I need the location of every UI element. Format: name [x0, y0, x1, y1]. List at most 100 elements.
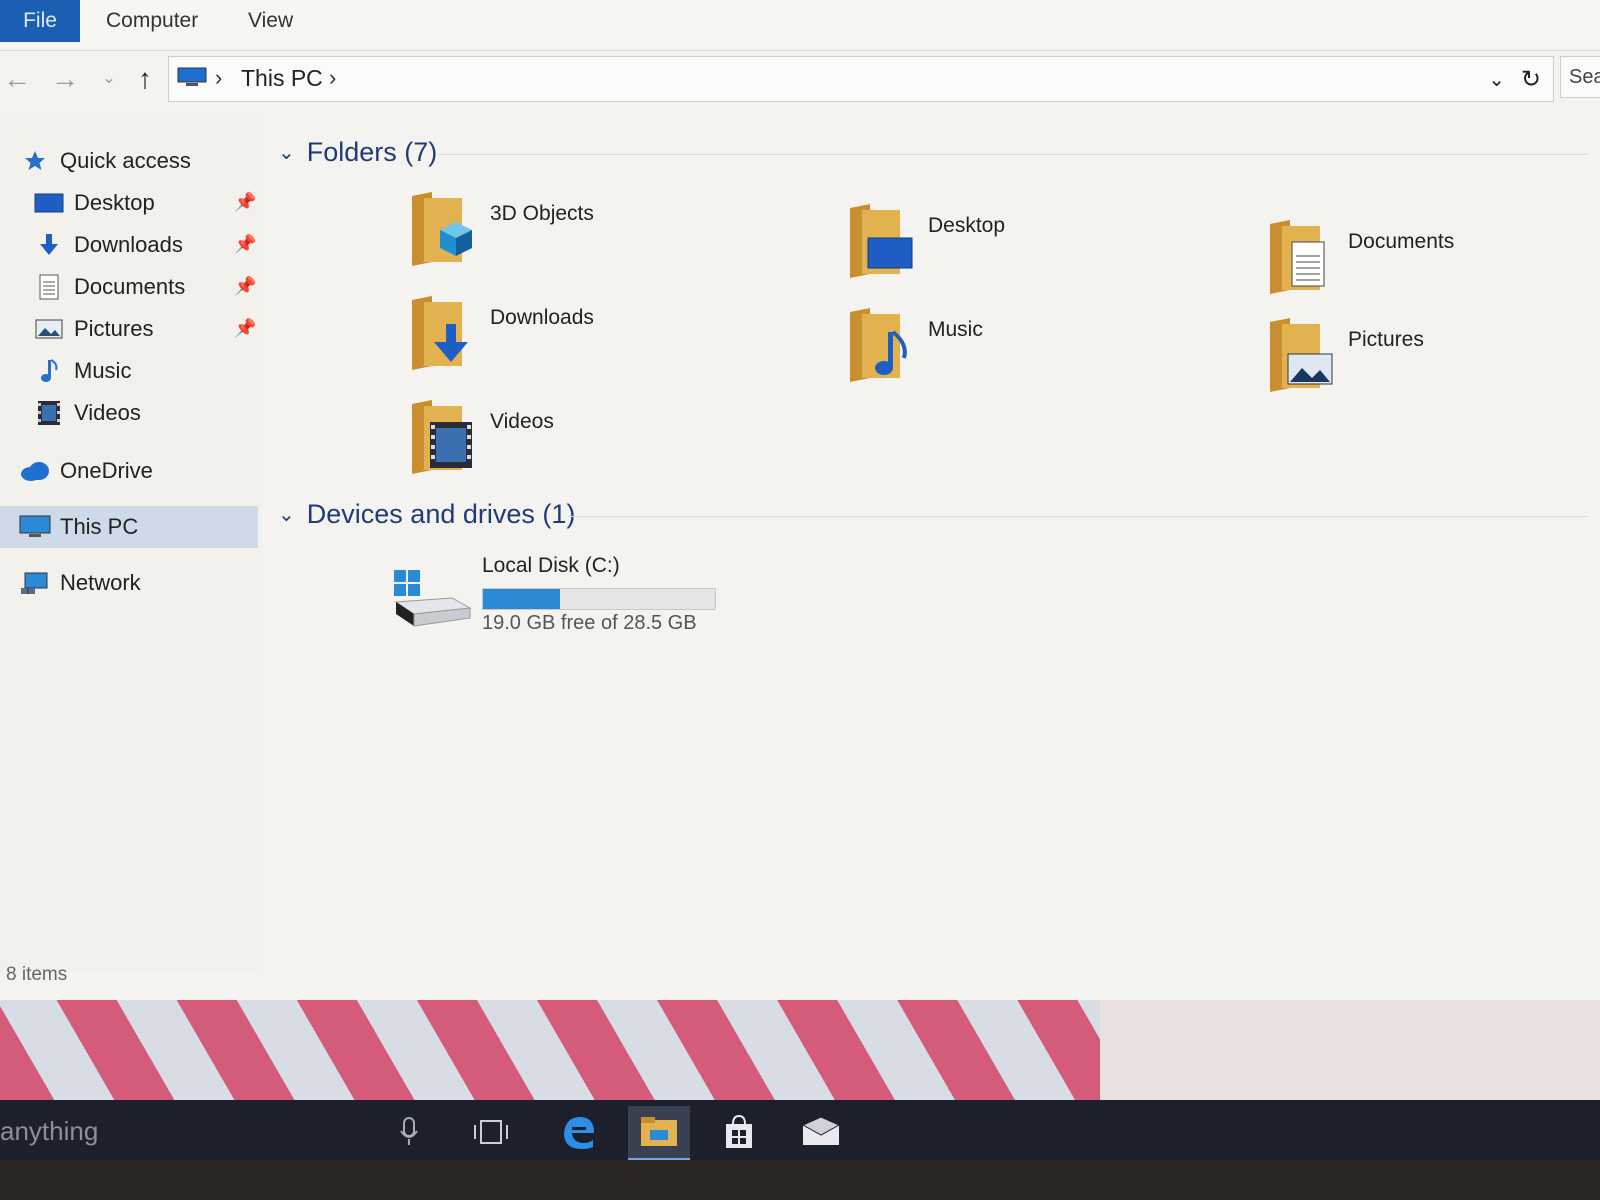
chevron-down-icon: ⌄	[278, 141, 295, 164]
pin-icon[interactable]: 📌	[234, 318, 256, 339]
folder-videos[interactable]: Videos	[410, 400, 740, 490]
music-icon	[850, 308, 907, 382]
wallpaper-fade	[1100, 1000, 1600, 1110]
sidebar-item-pictures[interactable]: Pictures 📌	[0, 308, 262, 350]
folder-3d-objects[interactable]: 3D Objects	[410, 192, 740, 282]
sidebar-item-label: Music	[74, 358, 132, 383]
star-icon	[18, 148, 52, 174]
drive-usage-fill	[483, 589, 560, 609]
drives-header-label: Devices and drives (1)	[306, 498, 576, 529]
folder-documents[interactable]: Documents	[1268, 220, 1598, 310]
music-icon	[32, 358, 66, 384]
drive-usage-bar	[482, 588, 716, 610]
download-icon	[32, 232, 66, 258]
microphone-icon[interactable]	[378, 1106, 440, 1158]
sidebar-item-label: Desktop	[74, 190, 155, 215]
sidebar-item-label: This PC	[60, 514, 139, 539]
network-icon	[18, 570, 52, 596]
drive-local-disk-c[interactable]: Local Disk (C:) 19.0 GB free of 28.5 GB	[392, 554, 752, 644]
folders-group-header[interactable]: ⌄ Folders (7)	[278, 132, 437, 172]
sidebar-item-label: Downloads	[74, 232, 183, 257]
tab-view[interactable]: View	[226, 0, 315, 42]
folders-header-label: Folders (7)	[306, 136, 438, 167]
sidebar-item-label: Quick access	[60, 148, 191, 173]
sidebar-item-onedrive[interactable]: OneDrive	[0, 450, 262, 492]
folder-music[interactable]: Music	[848, 308, 1178, 398]
desktop-icon	[850, 204, 913, 278]
taskbar-search-input[interactable]: anything	[0, 1116, 98, 1147]
video-icon	[412, 400, 472, 474]
folder-name: 3D Objects	[490, 202, 594, 225]
folder-downloads[interactable]: Downloads	[410, 296, 740, 386]
sidebar-item-desktop[interactable]: Desktop 📌	[0, 182, 262, 224]
sidebar-item-videos[interactable]: Videos	[0, 392, 262, 434]
download-icon	[412, 296, 468, 370]
computer-icon	[177, 67, 207, 86]
folder-name: Documents	[1348, 230, 1455, 253]
folder-name: Pictures	[1348, 328, 1424, 351]
sidebar-item-label: OneDrive	[60, 458, 153, 483]
search-input[interactable]: Sea	[1560, 56, 1600, 98]
mail-icon[interactable]	[790, 1106, 852, 1158]
sidebar-item-label: Documents	[74, 274, 186, 299]
pin-icon[interactable]: 📌	[234, 276, 256, 297]
arrow-left-icon[interactable]: ←	[2, 62, 32, 96]
drive-free-space: 19.0 GB free of 28.5 GB	[482, 612, 697, 634]
breadcrumb-this-pc[interactable]: This PC	[241, 65, 323, 92]
folder-name: Music	[928, 318, 983, 341]
address-dropdown-icon[interactable]: ⌄	[1488, 67, 1505, 92]
status-bar: 8 items	[6, 964, 68, 985]
computer-icon	[18, 514, 52, 540]
folder-name: Videos	[490, 410, 554, 433]
breadcrumb-separator: ›	[215, 65, 223, 90]
pin-icon[interactable]: 📌	[234, 234, 256, 255]
desktop-icon	[32, 190, 66, 216]
ribbon: File Computer View	[0, 0, 1600, 51]
folder-pictures[interactable]: Pictures	[1268, 318, 1598, 408]
pictures-icon	[32, 316, 66, 342]
pictures-icon	[1270, 318, 1333, 392]
monitor-bezel	[0, 1160, 1600, 1200]
navigation-pane: Quick access Desktop 📌 Downloads 📌 Docum…	[0, 112, 262, 972]
store-icon[interactable]	[708, 1106, 770, 1158]
sidebar-item-network[interactable]: Network	[0, 562, 262, 604]
arrow-right-icon[interactable]: →	[50, 62, 80, 96]
cube-icon	[412, 192, 472, 266]
file-explorer-window: File Computer View ← → ⌄ ↑ › This PC › ⌄…	[0, 0, 1600, 1000]
drives-group-header[interactable]: ⌄ Devices and drives (1)	[278, 494, 575, 534]
tab-file[interactable]: File	[0, 0, 80, 42]
edge-icon[interactable]	[548, 1106, 610, 1158]
sidebar-item-this-pc[interactable]: This PC	[0, 506, 258, 548]
folder-name: Desktop	[928, 214, 1006, 237]
folder-name: Downloads	[490, 306, 594, 329]
sidebar-item-downloads[interactable]: Downloads 📌	[0, 224, 262, 266]
chevron-down-icon[interactable]: ⌄	[94, 62, 124, 96]
video-icon	[32, 400, 66, 426]
file-explorer-icon[interactable]	[628, 1106, 690, 1161]
sidebar-item-documents[interactable]: Documents 📌	[0, 266, 262, 308]
drive-name: Local Disk (C:)	[482, 554, 620, 577]
sidebar-item-quick-access[interactable]: Quick access	[0, 140, 262, 182]
breadcrumb-separator[interactable]: ›	[329, 65, 336, 91]
sidebar-item-music[interactable]: Music	[0, 350, 262, 392]
pin-icon[interactable]: 📌	[234, 192, 256, 213]
arrow-up-icon[interactable]: ↑	[130, 62, 160, 96]
desktop-wallpaper	[0, 1000, 1600, 1110]
address-bar[interactable]: › This PC › ⌄ ↻	[168, 56, 1554, 102]
document-icon	[32, 274, 66, 300]
folder-desktop[interactable]: Desktop	[848, 204, 1178, 294]
hard-drive-icon	[394, 570, 472, 627]
tab-computer[interactable]: Computer	[84, 0, 220, 42]
refresh-icon[interactable]: ↻	[1521, 65, 1541, 94]
cloud-icon	[18, 458, 52, 484]
group-divider	[438, 154, 1588, 155]
sidebar-item-label: Pictures	[74, 316, 154, 341]
chevron-down-icon: ⌄	[278, 503, 295, 526]
content-pane: ⌄ Folders (7) 3D Objects Desktop Documen…	[270, 112, 1600, 972]
task-view-icon[interactable]	[460, 1106, 522, 1158]
document-icon	[1270, 220, 1325, 294]
sidebar-item-label: Videos	[74, 400, 141, 425]
group-divider	[568, 516, 1588, 517]
navigation-bar: ← → ⌄ ↑ › This PC › ⌄ ↻	[0, 54, 1600, 104]
sidebar-item-label: Network	[60, 570, 141, 595]
